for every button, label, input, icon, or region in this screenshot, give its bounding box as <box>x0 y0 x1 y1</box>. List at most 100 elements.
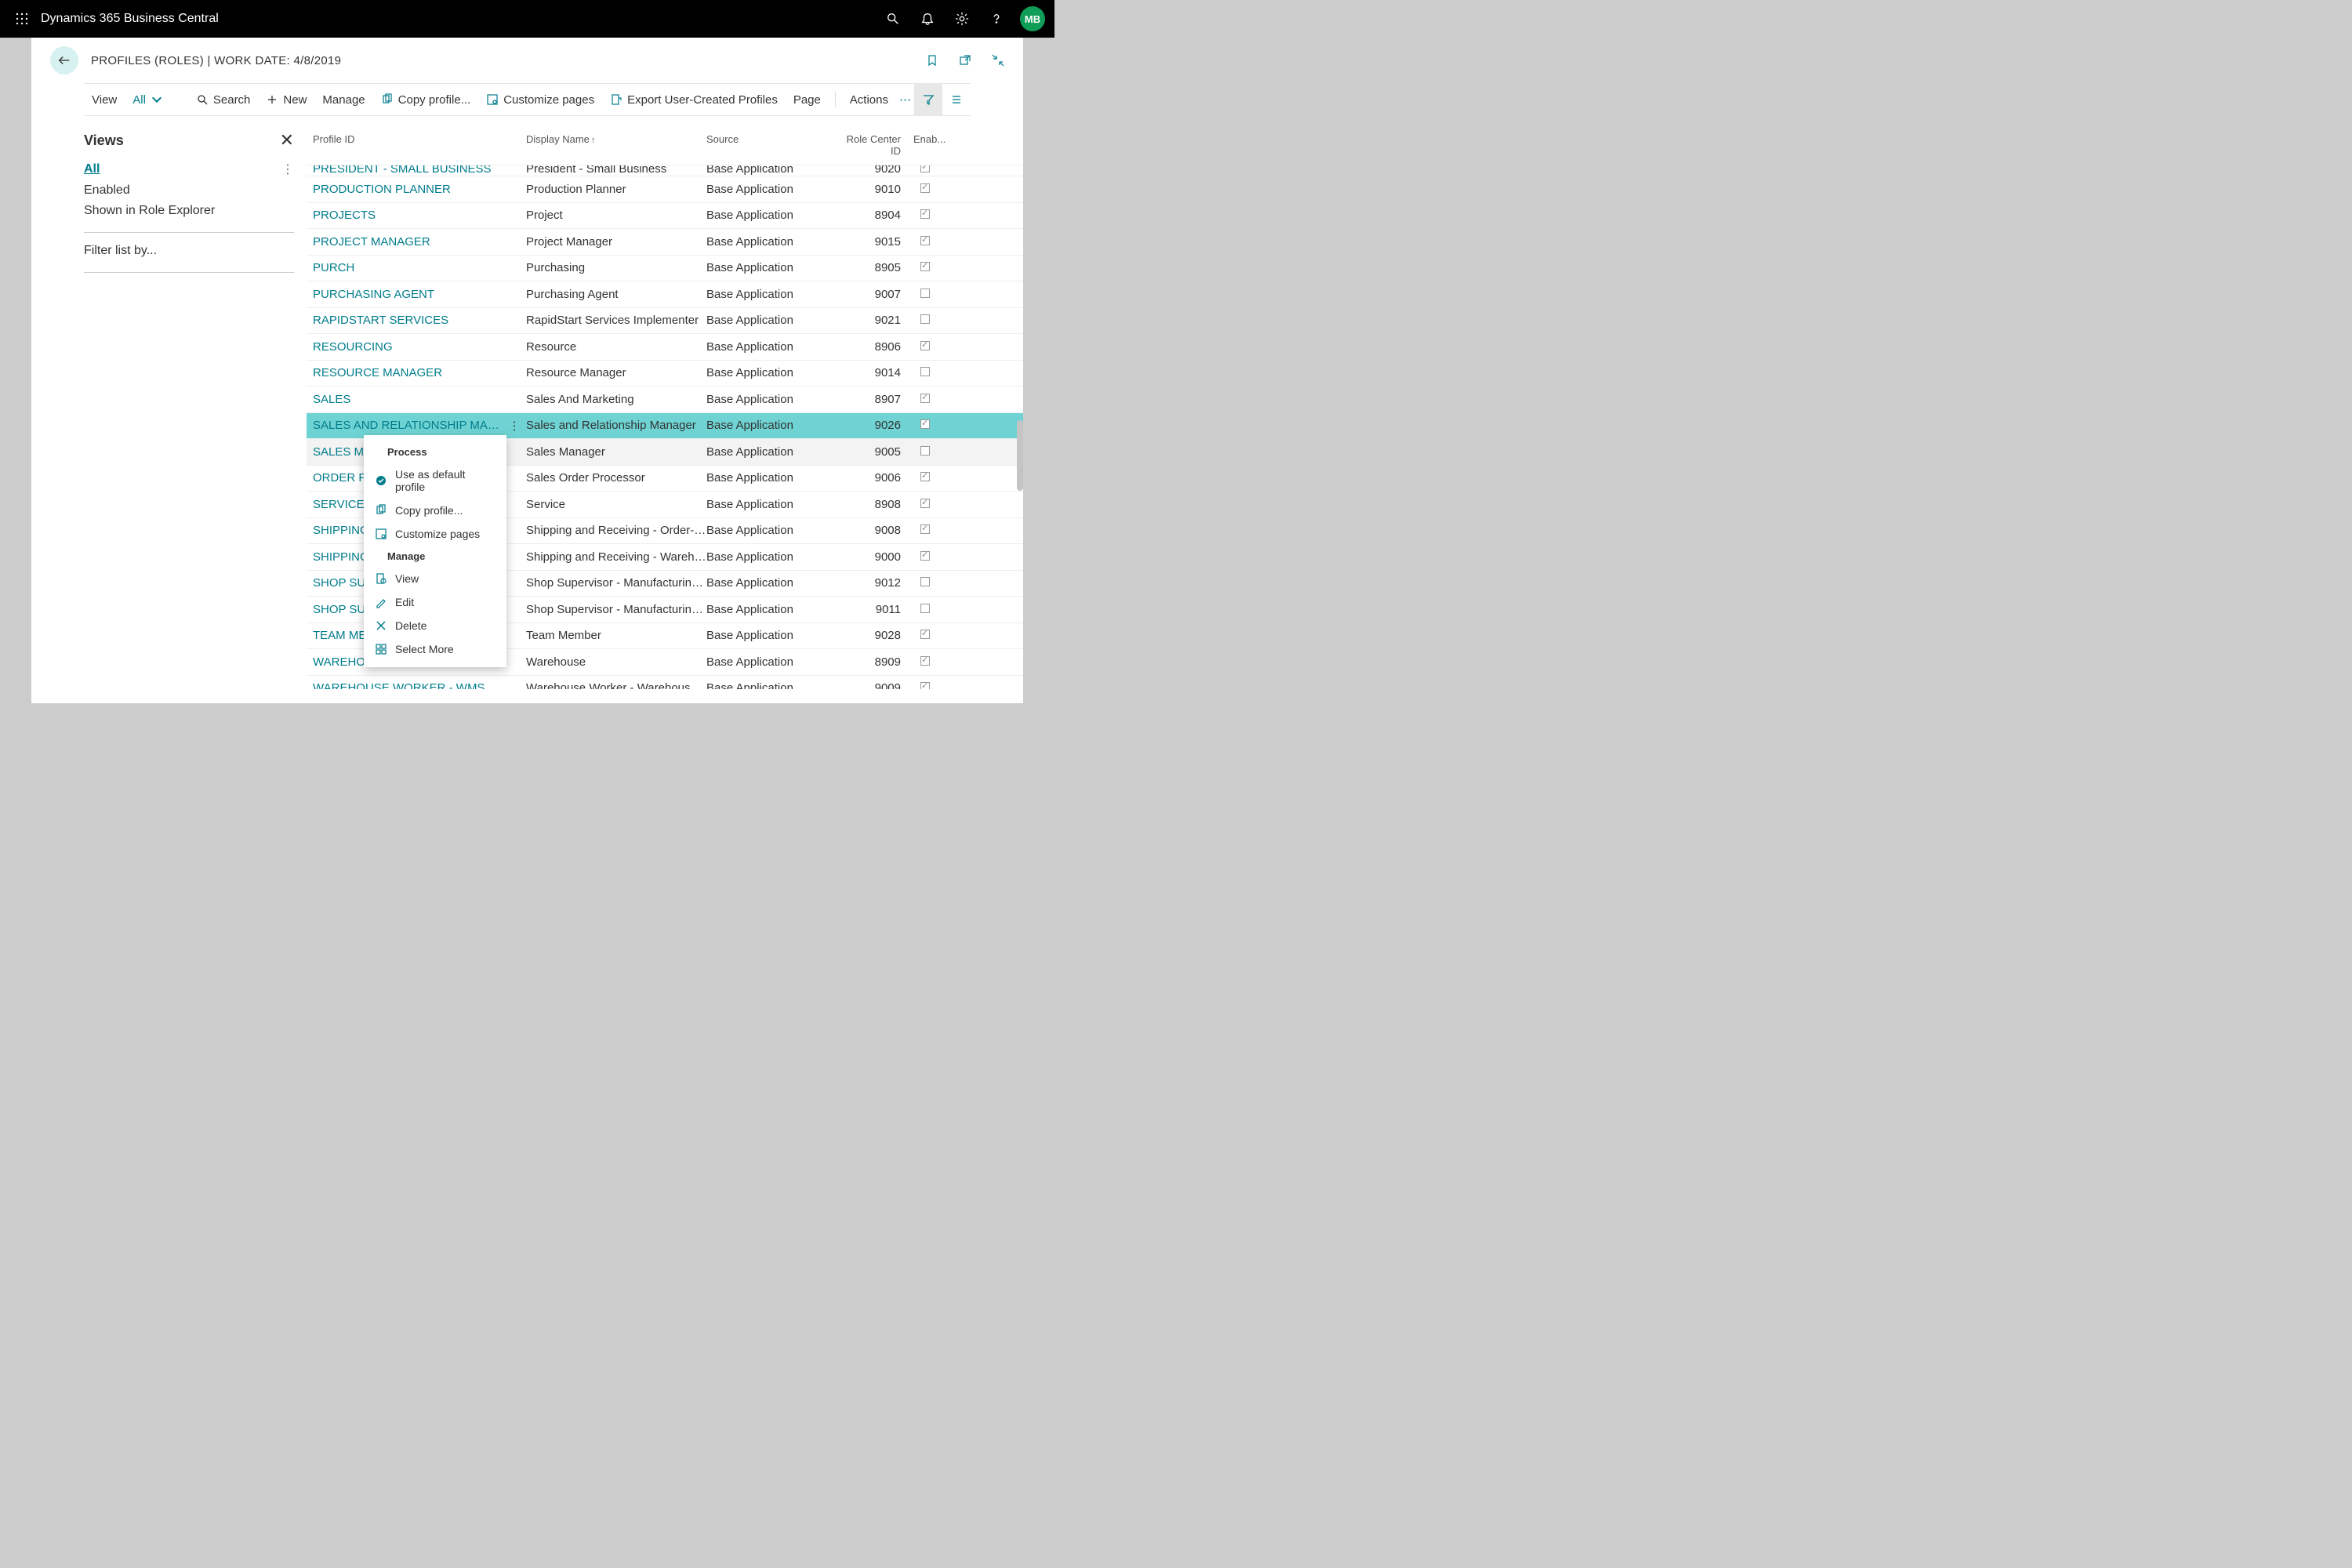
cell-role-center-id: 9015 <box>840 235 901 249</box>
table-row[interactable]: RAPIDSTART SERVICESRapidStart Services I… <box>307 308 1023 335</box>
view-item-more-icon[interactable]: ⋮ <box>281 162 294 177</box>
cell-profile-id[interactable]: PURCHASING AGENT <box>307 288 503 301</box>
cell-enabled[interactable] <box>901 261 937 274</box>
cell-enabled[interactable] <box>901 576 937 590</box>
new-action[interactable]: New <box>258 84 314 115</box>
cell-role-center-id: 9028 <box>840 629 901 642</box>
view-item[interactable]: Shown in Role Explorer <box>84 201 294 221</box>
cell-enabled[interactable] <box>901 655 937 669</box>
cell-enabled[interactable] <box>901 445 937 459</box>
table-row[interactable]: PURCHPurchasingBase Application8905 <box>307 256 1023 282</box>
app-launcher-icon[interactable] <box>9 13 34 25</box>
table-row[interactable]: PURCHASING AGENTPurchasing AgentBase App… <box>307 281 1023 308</box>
table-row[interactable]: PROJECTSProjectBase Application8904 <box>307 203 1023 230</box>
cell-profile-id[interactable]: PROJECTS <box>307 209 503 222</box>
customize-pages-action[interactable]: Customize pages <box>478 84 602 115</box>
cell-enabled[interactable] <box>901 340 937 354</box>
cell-source: Base Application <box>706 340 840 354</box>
ctx-copy-profile[interactable]: Copy profile... <box>364 499 506 522</box>
row-menu-icon[interactable]: ⋮ <box>503 419 526 433</box>
col-enabled[interactable]: Enab... <box>901 133 937 157</box>
table-row[interactable]: PRODUCTION PLANNERProduction PlannerBase… <box>307 176 1023 203</box>
user-avatar[interactable]: MB <box>1020 6 1045 31</box>
filter-list-by-link[interactable]: Filter list by... <box>84 241 294 261</box>
cell-enabled[interactable] <box>901 235 937 249</box>
cell-enabled[interactable] <box>901 165 937 176</box>
cell-role-center-id: 9006 <box>840 471 901 485</box>
table-row[interactable]: WAREHOUSE WORKER - WMSWarehouse Worker -… <box>307 676 1023 690</box>
cell-profile-id[interactable]: PURCH <box>307 261 503 274</box>
cell-enabled[interactable] <box>901 314 937 327</box>
cell-enabled[interactable] <box>901 393 937 406</box>
col-source[interactable]: Source <box>706 133 840 157</box>
cell-enabled[interactable] <box>901 550 937 564</box>
ctx-section-process: Process <box>364 441 506 463</box>
cell-enabled[interactable] <box>901 209 937 222</box>
cell-enabled[interactable] <box>901 603 937 616</box>
cell-profile-id[interactable]: WAREHOUSE WORKER - WMS <box>307 681 503 689</box>
table-row[interactable]: PROJECT MANAGERProject ManagerBase Appli… <box>307 229 1023 256</box>
table-row[interactable]: SALESSales And MarketingBase Application… <box>307 387 1023 413</box>
export-profiles-action[interactable]: Export User-Created Profiles <box>602 84 786 115</box>
cell-profile-id[interactable]: PROJECT MANAGER <box>307 235 503 249</box>
cell-enabled[interactable] <box>901 366 937 379</box>
cell-profile-id[interactable]: PRODUCTION PLANNER <box>307 183 503 196</box>
search-icon[interactable] <box>877 0 909 38</box>
col-profile-id[interactable]: Profile ID <box>307 133 503 157</box>
list-view-toggle[interactable] <box>942 83 971 116</box>
open-new-window-icon[interactable] <box>956 51 975 70</box>
ctx-view[interactable]: View <box>364 567 506 590</box>
settings-gear-icon[interactable] <box>946 0 978 38</box>
col-role-center-id[interactable]: Role Center ID <box>840 133 901 157</box>
table-row[interactable]: PRESIDENT - SMALL BUSINESSPresident - Sm… <box>307 165 1023 176</box>
notifications-icon[interactable] <box>912 0 943 38</box>
pencil-icon <box>375 596 387 608</box>
collapse-icon[interactable] <box>989 51 1007 70</box>
ctx-delete[interactable]: Delete <box>364 614 506 637</box>
cell-role-center-id: 9021 <box>840 314 901 327</box>
views-title: Views <box>84 132 124 149</box>
ctx-use-as-default[interactable]: Use as default profile <box>364 463 506 499</box>
cell-enabled[interactable] <box>901 629 937 642</box>
delete-icon <box>375 619 387 632</box>
table-row[interactable]: RESOURCINGResourceBase Application8906 <box>307 334 1023 361</box>
cell-enabled[interactable] <box>901 471 937 485</box>
view-item[interactable]: All ⋮ <box>84 158 294 180</box>
more-actions-icon[interactable]: ⋯ <box>896 84 914 115</box>
cell-enabled[interactable] <box>901 419 937 432</box>
view-item-label: All <box>84 162 100 176</box>
cell-enabled[interactable] <box>901 681 937 689</box>
manage-menu[interactable]: Manage <box>314 84 372 115</box>
ctx-customize-pages[interactable]: Customize pages <box>364 522 506 546</box>
filter-all-dropdown[interactable]: All <box>125 84 171 115</box>
view-item[interactable]: Enabled <box>84 180 294 201</box>
cell-profile-id[interactable]: RESOURCE MANAGER <box>307 366 503 379</box>
scrollbar-thumb[interactable] <box>1017 420 1023 491</box>
back-button[interactable] <box>50 46 78 74</box>
cell-profile-id[interactable]: SALES <box>307 393 503 406</box>
ctx-edit[interactable]: Edit <box>364 590 506 614</box>
cell-enabled[interactable] <box>901 524 937 537</box>
search-action[interactable]: Search <box>188 84 259 115</box>
cell-enabled[interactable] <box>901 183 937 196</box>
actions-menu[interactable]: Actions <box>842 84 896 115</box>
filter-pane-toggle[interactable] <box>914 83 942 116</box>
cell-enabled[interactable] <box>901 288 937 301</box>
col-display-name[interactable]: Display Name↑ <box>526 133 706 157</box>
cell-role-center-id: 8905 <box>840 261 901 274</box>
ctx-select-more[interactable]: Select More <box>364 637 506 661</box>
cell-role-center-id: 9011 <box>840 603 901 616</box>
view-label[interactable]: View <box>84 84 125 115</box>
cell-enabled[interactable] <box>901 498 937 511</box>
help-icon[interactable] <box>981 0 1012 38</box>
page-menu[interactable]: Page <box>786 84 829 115</box>
cell-profile-id[interactable]: RESOURCING <box>307 340 503 354</box>
cell-profile-id[interactable]: RAPIDSTART SERVICES <box>307 314 503 327</box>
cell-source: Base Application <box>706 183 840 196</box>
cell-profile-id[interactable]: SALES AND RELATIONSHIP MAN... <box>307 419 503 432</box>
copy-profile-action[interactable]: Copy profile... <box>373 84 479 115</box>
cell-profile-id[interactable]: PRESIDENT - SMALL BUSINESS <box>307 165 503 176</box>
bookmark-icon[interactable] <box>923 51 942 70</box>
table-row[interactable]: RESOURCE MANAGERResource ManagerBase App… <box>307 361 1023 387</box>
close-views-pane-icon[interactable]: ✕ <box>280 130 294 151</box>
